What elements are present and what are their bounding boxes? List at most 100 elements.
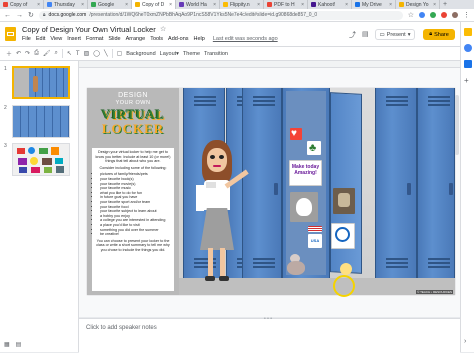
expand-panel-icon[interactable]: › — [464, 338, 466, 345]
extension-icon[interactable] — [419, 12, 425, 18]
zoom-icon[interactable]: ⌕ — [55, 50, 58, 57]
bookmark-star-icon[interactable]: ☆ — [408, 11, 414, 19]
browser-tab[interactable]: Kahoot! × — [308, 0, 352, 9]
shape-icon[interactable]: ◯ — [93, 50, 100, 57]
close-tab-icon[interactable]: × — [389, 2, 392, 8]
speaker-notes-placeholder[interactable]: Click to add speaker notes — [86, 325, 157, 331]
browser-tab[interactable]: My Drive × — [352, 0, 396, 9]
forward-icon[interactable]: → — [16, 12, 23, 19]
add-addon-icon[interactable]: + — [464, 76, 469, 85]
extension-icon[interactable] — [430, 12, 436, 18]
menu-item[interactable]: View — [50, 36, 62, 42]
make-today-amazing-sticker[interactable]: Make today Amazing! — [289, 160, 322, 186]
paint-format-icon[interactable]: 🖌︎ — [43, 50, 51, 57]
browser-tab[interactable]: Design Yo × — [396, 0, 440, 9]
slide-1[interactable]: DESIGN YOUR OWN VIRTUAL LOCKER Design yo… — [87, 88, 455, 295]
url-field[interactable]: 🔒︎ docs.google.com/presentation/d/1WQ6he… — [38, 10, 403, 20]
menu-item[interactable]: Slide — [108, 36, 120, 42]
close-tab-icon[interactable]: × — [345, 2, 348, 8]
menu-item[interactable]: Tools — [150, 36, 163, 42]
reload-icon[interactable]: ↻ — [28, 11, 34, 19]
calendar-icon[interactable] — [464, 60, 472, 68]
tasks-icon[interactable] — [464, 44, 472, 52]
comment-add-icon[interactable]: ▢ — [117, 50, 123, 57]
browser-tab[interactable]: PDF to H × — [264, 0, 308, 9]
share-button[interactable]: 🔒︎ Share — [423, 29, 455, 40]
menu-item[interactable]: File — [22, 36, 31, 42]
photo-sticker[interactable] — [333, 188, 355, 214]
close-tab-icon[interactable]: × — [125, 2, 128, 8]
filmstrip-view-icon[interactable]: ▤ — [16, 341, 22, 348]
back-icon[interactable]: ← — [4, 12, 11, 19]
browser-tab[interactable]: Copy of × — [0, 0, 44, 9]
filmstrip-view-controls: ▦ ▤ — [4, 341, 21, 348]
last-edit-link[interactable]: Last edit was seconds ago — [213, 36, 278, 42]
undo-icon[interactable]: ↶ — [16, 50, 21, 57]
divider — [61, 49, 63, 58]
star-icon[interactable]: ☆ — [160, 25, 166, 33]
browser-tab[interactable]: Thursday × — [44, 0, 88, 9]
close-tab-icon[interactable]: × — [301, 2, 304, 8]
close-tab-icon[interactable]: × — [81, 2, 84, 8]
slides-header: Copy of Design Your Own Virtual Locker ☆… — [0, 22, 460, 46]
title-locker: LOCKER — [101, 121, 165, 136]
flag-sticker[interactable] — [308, 226, 322, 232]
browser-tab[interactable]: World Ha × — [176, 0, 220, 9]
select-icon[interactable]: ↖ — [67, 50, 72, 57]
layout-button[interactable]: Layout▾ — [160, 51, 179, 57]
line-icon[interactable]: ╲ — [104, 50, 108, 57]
print-icon[interactable]: ⎙ — [34, 50, 39, 57]
slide-thumbnail-2[interactable] — [12, 105, 70, 138]
speaker-notes-panel[interactable]: • • • Click to add speaker notes — [79, 316, 460, 353]
keep-icon[interactable] — [464, 28, 472, 36]
close-tab-icon[interactable]: × — [433, 2, 436, 8]
url-path: /presentation/d/1WQ6heT0xmZNPbBhAqAo9P1n… — [89, 12, 318, 18]
canvas-scrollbar[interactable] — [455, 95, 459, 155]
sports-sticker[interactable] — [331, 223, 355, 249]
theme-button[interactable]: Theme — [183, 51, 200, 57]
menu-item[interactable]: Insert — [67, 36, 81, 42]
browser-tab[interactable]: Flippity.n × — [220, 0, 264, 9]
browser-menu-icon[interactable]: ⋮ — [463, 11, 470, 19]
close-tab-icon[interactable]: × — [257, 2, 260, 8]
close-tab-icon[interactable]: × — [213, 2, 216, 8]
menu-item[interactable]: Arrange — [126, 36, 146, 42]
redo-icon[interactable]: ↷ — [25, 50, 30, 57]
menu-item[interactable]: Format — [86, 36, 103, 42]
resize-handle[interactable]: • • • — [264, 316, 272, 322]
ball-sticker[interactable] — [340, 263, 352, 275]
tab-label: Copy of D — [142, 1, 165, 8]
slide-thumbnail-3[interactable] — [12, 143, 70, 176]
background-button[interactable]: Background — [126, 51, 155, 57]
grid-view-icon[interactable]: ▦ — [4, 341, 10, 348]
consider-text: Consider including some of the following… — [99, 165, 167, 170]
present-button[interactable]: ▭ Present ▾ — [375, 29, 415, 40]
google-slides-logo[interactable] — [5, 27, 16, 41]
document-title[interactable]: Copy of Design Your Own Virtual Locker — [22, 25, 156, 34]
new-slide-icon[interactable]: ＋ — [6, 49, 12, 58]
menu-item[interactable]: Add-ons — [168, 36, 189, 42]
new-tab-icon[interactable]: + — [440, 1, 450, 8]
slide-filmstrip: 1 2 3 ▦ ▤ — [0, 61, 79, 352]
usa-sticker[interactable]: USA — [308, 234, 322, 248]
activity-icon[interactable]: ⤴ — [349, 30, 356, 40]
comment-icon[interactable]: ▤ — [362, 30, 369, 38]
extension-icon[interactable] — [441, 12, 447, 18]
slide-thumbnail-1[interactable] — [12, 66, 70, 99]
heart-sticker[interactable]: ♥ — [290, 128, 302, 140]
profile-avatar[interactable] — [452, 12, 458, 18]
image-icon[interactable]: ▨ — [84, 50, 90, 57]
menu-item[interactable]: Edit — [36, 36, 45, 42]
menu-item[interactable]: Help — [194, 36, 205, 42]
text-box-icon[interactable]: T — [76, 51, 80, 57]
clover-sticker[interactable]: ♣ — [307, 141, 321, 155]
editing-toolbar: ＋ ↶ ↷ ⎙ 🖌︎ ⌕ ↖ T ▨ ◯ ╲ ▢ Background Layo… — [0, 46, 460, 61]
close-tab-icon[interactable]: × — [37, 2, 40, 8]
browser-tab[interactable]: Google × — [88, 0, 132, 9]
bitmoji-avatar[interactable] — [190, 140, 250, 290]
cat-figure[interactable] — [287, 254, 307, 276]
dog-photo[interactable] — [290, 192, 318, 222]
close-tab-icon[interactable]: × — [169, 2, 172, 8]
browser-tab[interactable]: Copy of D × — [132, 0, 176, 9]
transition-button[interactable]: Transition — [204, 51, 228, 57]
